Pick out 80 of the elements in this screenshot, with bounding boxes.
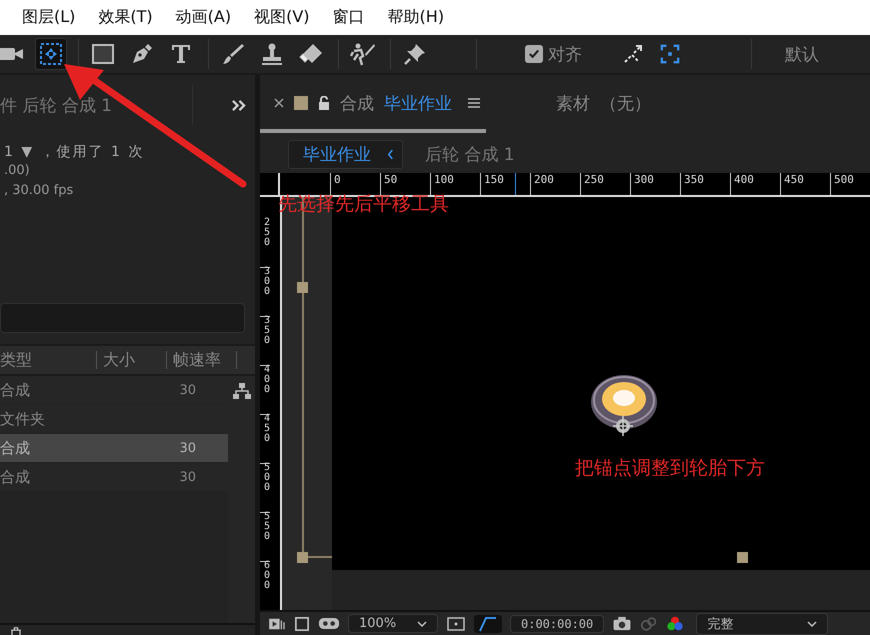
caret-icon bbox=[417, 620, 427, 626]
caret-icon bbox=[807, 620, 818, 626]
menu-item[interactable]: 效果(T) bbox=[98, 7, 153, 28]
rectangle-icon bbox=[91, 42, 115, 66]
snap-label: 对齐 bbox=[548, 44, 582, 66]
preview-icon[interactable] bbox=[268, 616, 286, 630]
type-cell-text: 合成 bbox=[0, 468, 31, 486]
menu-item[interactable]: 窗口 bbox=[332, 7, 365, 28]
ruler-label: 300 bbox=[260, 267, 270, 317]
breadcrumb-item[interactable]: 后轮 合成 1 bbox=[411, 140, 523, 168]
ruler-label: 100 bbox=[430, 173, 480, 195]
breadcrumb-item[interactable]: 毕业作业 bbox=[288, 140, 403, 168]
menu-item[interactable]: 图层(L) bbox=[22, 7, 76, 28]
item-info-text: , 30.00 fps bbox=[4, 182, 74, 200]
item-info-text: 1 ▼ ，使用了 1 次 bbox=[4, 143, 146, 161]
type-cell-text: 合成 bbox=[0, 380, 31, 400]
lock-open-icon[interactable] bbox=[318, 96, 330, 110]
anchor-move-icon bbox=[39, 42, 63, 66]
zoom-dropdown[interactable]: 100% bbox=[348, 614, 438, 633]
pen-icon bbox=[130, 42, 154, 66]
chevron-left-icon[interactable] bbox=[387, 149, 394, 160]
snap-checkbox[interactable] bbox=[525, 45, 543, 63]
trash-icon[interactable] bbox=[8, 627, 24, 635]
resolution-dropdown[interactable]: 完整 bbox=[696, 612, 828, 634]
comp-color-swatch bbox=[294, 96, 308, 110]
fps-cell: 30 bbox=[179, 470, 196, 484]
ruler-label: 300 bbox=[630, 173, 680, 195]
ruler-label: 350 bbox=[260, 316, 270, 366]
column-header[interactable]: 帧速率 bbox=[167, 351, 237, 369]
ruler-label: 0 bbox=[330, 173, 380, 195]
ruler-label: 200 bbox=[530, 173, 580, 195]
menu-item[interactable]: 动画(A) bbox=[176, 7, 232, 28]
column-header[interactable]: 类型 bbox=[0, 351, 97, 369]
workspace-label[interactable]: 默认 bbox=[785, 42, 819, 66]
project-row[interactable]: 合成 30 bbox=[0, 434, 228, 463]
ruler-label: 500 bbox=[260, 463, 270, 513]
type-cell-text: 合成 bbox=[0, 438, 31, 458]
puppet-icon bbox=[350, 42, 376, 66]
eraser-icon bbox=[299, 42, 323, 66]
ruler-label: 550 bbox=[260, 512, 270, 562]
pan-behind-tool-button[interactable] bbox=[35, 38, 67, 70]
ruler-label: 50 bbox=[380, 173, 430, 195]
fps-cell: 30 bbox=[179, 382, 196, 398]
timecode-field[interactable]: 0:00:00:00 bbox=[510, 614, 604, 632]
motion-path-line bbox=[308, 556, 332, 558]
expand-arrows-icon[interactable] bbox=[622, 43, 644, 65]
ruler-label: 450 bbox=[260, 414, 270, 464]
mask-icon[interactable] bbox=[318, 617, 340, 630]
rgb-channels-icon[interactable] bbox=[666, 616, 684, 631]
ruler-label: 250 bbox=[580, 173, 630, 195]
ruler-label: 350 bbox=[680, 173, 730, 195]
fps-cell: 30 bbox=[179, 440, 196, 456]
ruler-label: 400 bbox=[730, 173, 780, 195]
double-chevron-icon[interactable] bbox=[231, 98, 246, 112]
grid-icon[interactable] bbox=[446, 616, 466, 632]
ruler-label: 500 bbox=[830, 173, 870, 195]
panel-title: 件 后轮 合成 1 bbox=[0, 94, 114, 116]
menu-icon[interactable] bbox=[468, 98, 480, 108]
column-header[interactable]: 大小 bbox=[97, 351, 167, 369]
pin-icon bbox=[403, 42, 427, 66]
viewer-tab[interactable]: 素材 （无） bbox=[542, 77, 657, 133]
text-tool-icon bbox=[169, 42, 193, 66]
stamp-icon bbox=[260, 42, 284, 66]
viewer-tab[interactable]: 合成 毕业作业 bbox=[260, 77, 486, 133]
brush-icon bbox=[221, 42, 245, 66]
ruler-label: 400 bbox=[260, 365, 270, 415]
square-icon[interactable] bbox=[294, 616, 310, 630]
annotation-text: 把锚点调整到轮胎下方 bbox=[575, 456, 765, 481]
flowchart-icon[interactable] bbox=[232, 382, 252, 400]
ruler-label: 250 bbox=[260, 218, 270, 268]
menu-item[interactable]: 视图(V) bbox=[254, 7, 310, 28]
ruler-label: 450 bbox=[780, 173, 830, 195]
menu-item[interactable]: 帮助(H) bbox=[388, 7, 444, 28]
item-info-text: .00) bbox=[4, 162, 31, 180]
mask-path-icon[interactable] bbox=[474, 614, 502, 632]
camera-icon[interactable] bbox=[612, 616, 632, 631]
checkmark-icon bbox=[527, 47, 541, 61]
close-icon[interactable] bbox=[274, 98, 284, 108]
type-cell-text: 文件夹 bbox=[0, 410, 46, 428]
frame-corners-icon[interactable] bbox=[660, 44, 680, 64]
